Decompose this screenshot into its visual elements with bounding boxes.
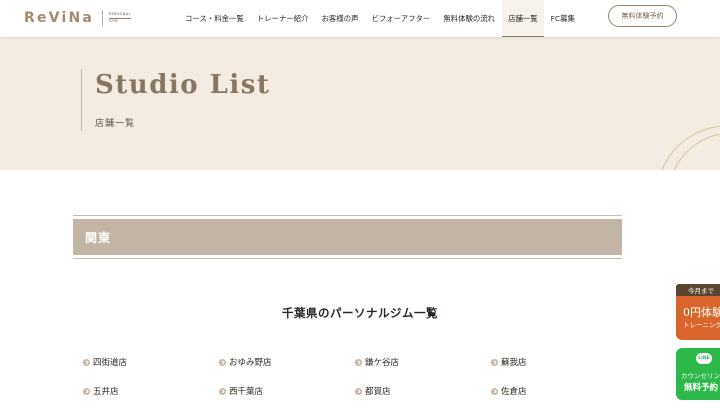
nav-item-trial-flow[interactable]: 無料体験の流れ: [443, 0, 495, 37]
hero-divider: [81, 69, 82, 131]
trial-reservation-button[interactable]: 無料体験予約: [608, 5, 677, 27]
nav-item-trainers[interactable]: トレーナー紹介: [257, 0, 309, 37]
nav-item-course[interactable]: コース・料金一覧: [185, 0, 244, 37]
line-icon: LINE: [696, 353, 712, 364]
region-bar: 関東: [73, 219, 622, 255]
store-link[interactable]: 鎌ケ谷店: [355, 356, 399, 368]
line-banner-text2: 無料予約: [684, 383, 719, 393]
store-name: 蘇我店: [501, 358, 527, 368]
hero-section: Studio List 店舗一覧: [0, 37, 720, 170]
store-name: 都賀店: [365, 387, 391, 397]
store-name: 四街道店: [93, 358, 128, 368]
page-title: Studio List: [95, 70, 271, 100]
store-name: 鎌ケ谷店: [365, 358, 400, 368]
site-header: ReViNa PERSONAL GYM コース・料金一覧 トレーナー紹介 お客様…: [0, 0, 720, 37]
region-label: 関東: [85, 230, 112, 245]
logo-sub-line2: GYM: [109, 19, 118, 23]
store-link[interactable]: 蘇我店: [491, 356, 527, 368]
logo[interactable]: ReViNa PERSONAL GYM: [24, 8, 132, 28]
arrow-circle-icon: [83, 387, 90, 395]
nav-item-stores[interactable]: 店舗一覧: [502, 0, 544, 37]
page-subtitle: 店舗一覧: [95, 119, 136, 129]
trial-banner-tag: 今月まで: [676, 284, 720, 296]
floating-line-banner[interactable]: LINE カウンセリング 無料予約: [676, 348, 720, 400]
floating-trial-banner[interactable]: 今月まで 0円体験 トレーニング: [676, 284, 720, 340]
nav-item-before-after[interactable]: ビフォーアフター: [371, 0, 430, 37]
arrow-circle-icon: [219, 358, 226, 366]
line-banner-text1: カウンセリング: [681, 372, 720, 380]
logo-divider: [102, 10, 104, 26]
store-name: 五井店: [93, 387, 119, 397]
prefecture-title: 千葉県のパーソナルジム一覧: [282, 306, 438, 320]
store-name: 西千葉店: [229, 387, 264, 397]
logo-subtitle: PERSONAL GYM: [109, 12, 132, 24]
trial-banner-title: 0円体験: [683, 306, 720, 319]
arrow-circle-icon: [219, 387, 226, 395]
store-link[interactable]: 西千葉店: [219, 385, 263, 397]
store-link[interactable]: 四街道店: [83, 356, 127, 368]
store-name: おゆみ野店: [229, 358, 272, 368]
store-link[interactable]: 五井店: [83, 385, 119, 397]
store-name: 佐倉店: [501, 387, 527, 397]
store-link[interactable]: 都賀店: [355, 385, 391, 397]
arrow-circle-icon: [355, 387, 362, 395]
arrow-circle-icon: [355, 358, 362, 366]
main-nav: コース・料金一覧 トレーナー紹介 お客様の声 ビフォーアフター 無料体験の流れ …: [185, 0, 588, 37]
logo-sub-line1: PERSONAL: [109, 12, 131, 16]
arrow-circle-icon: [83, 358, 90, 366]
decorative-arc-icon: [661, 125, 720, 170]
nav-item-fc[interactable]: FC募集: [551, 0, 575, 37]
arrow-circle-icon: [491, 387, 498, 395]
trial-banner-subtitle: トレーニング: [683, 321, 720, 329]
store-link[interactable]: おゆみ野店: [219, 356, 272, 368]
region-section: 関東: [73, 215, 622, 259]
logo-text: ReViNa: [24, 10, 95, 26]
arrow-circle-icon: [491, 358, 498, 366]
nav-item-voices[interactable]: お客様の声: [322, 0, 359, 37]
store-link[interactable]: 佐倉店: [491, 385, 527, 397]
